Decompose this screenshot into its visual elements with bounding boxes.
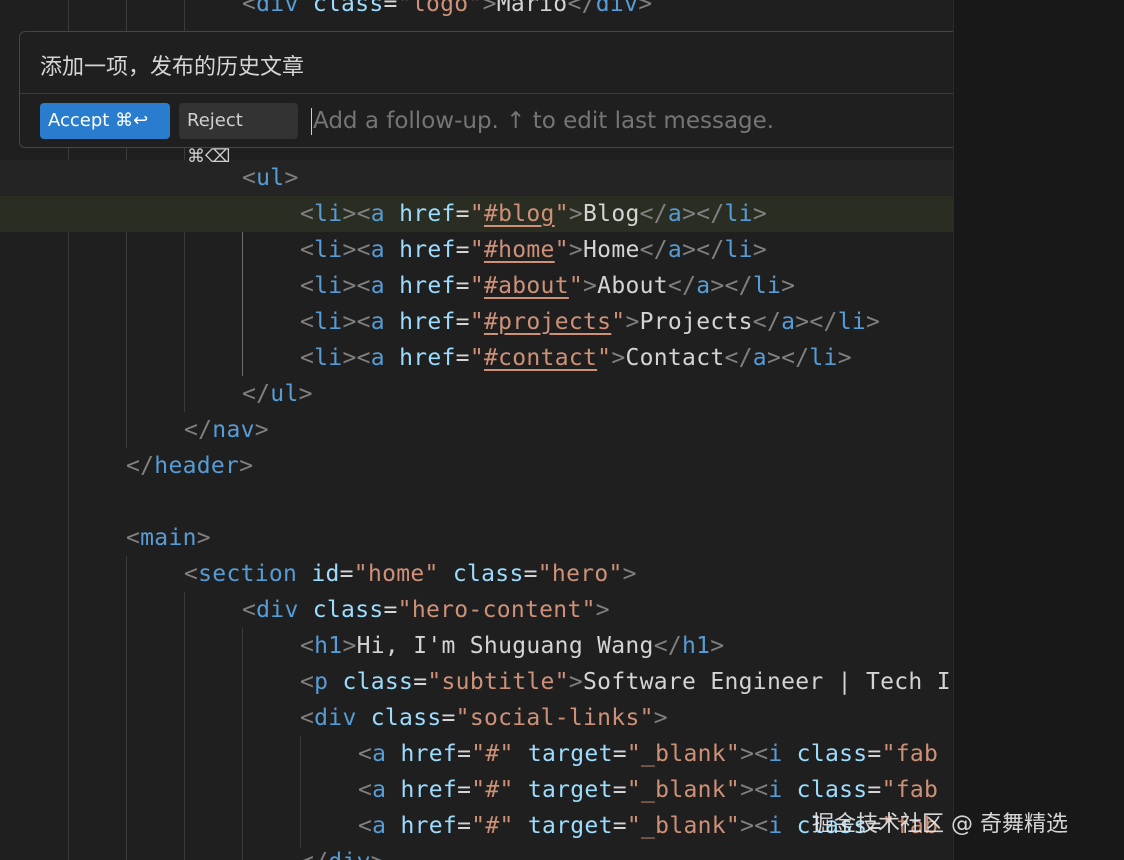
code-editor[interactable]: <div class="logo">Mario</div> <ul> <li><… [0, 0, 953, 860]
code-line-nav-item: <li><a href="#about">About</a></li> [300, 273, 796, 299]
code-line-nav-item: <li><a href="#blog">Blog</a></li> [0, 196, 953, 232]
code-line-social-link: <a href="#" target="_blank"><i class="fa… [358, 777, 939, 803]
right-side-panel [953, 0, 1124, 860]
nav-label: Projects [639, 309, 753, 335]
watermark: 掘金技术社区 @ 奇舞精选 [812, 812, 1068, 837]
section-id: home [367, 561, 425, 587]
nav-label: Contact [625, 345, 725, 371]
code-line-nav-item: <li><a href="#home">Home</a></li> [300, 237, 767, 263]
chat-prompt-text: 添加一项，发布的历史文章 [40, 55, 305, 80]
nav-href[interactable]: #contact [484, 345, 597, 371]
h1-text: Hi, I'm Shuguang Wang [356, 633, 654, 659]
code-line-nav-item: <li><a href="#projects">Projects</a></li… [300, 309, 881, 335]
code-line-h1: <h1>Hi, I'm Shuguang Wang</h1> [300, 633, 725, 659]
nav-href[interactable]: #blog [484, 201, 555, 227]
code-line-subtitle: <p class="subtitle">Software Engineer | … [300, 669, 951, 695]
section-class: hero [551, 561, 609, 587]
nav-label: About [597, 273, 668, 299]
text-cursor [311, 108, 312, 135]
nav-href[interactable]: #about [484, 273, 569, 299]
code-line-section: <section id="home" class="hero"> [184, 561, 637, 587]
logo-text: Mario [496, 0, 568, 17]
code-line-social-link: <a href="#" target="_blank"><i class="fa… [358, 813, 939, 839]
fab-class: fab [895, 777, 939, 803]
code-line-social: <div class="social-links"> [300, 705, 668, 731]
social-class: social-links [469, 705, 640, 731]
accept-button[interactable]: Accept ⌘↩ [40, 103, 170, 139]
nav-href[interactable]: #home [484, 237, 555, 263]
nav-label: Blog [583, 201, 640, 227]
code-line-ul-open: <ul> [0, 160, 953, 196]
chat-divider [20, 93, 953, 94]
followup-input[interactable] [309, 103, 949, 139]
code-line-nav-item: <li><a href="#contact">Contact</a></li> [300, 345, 852, 371]
fab-class: fab [895, 741, 939, 767]
code-line-ul-close: </ul> [242, 381, 313, 407]
nav-href[interactable]: #projects [484, 309, 611, 335]
code-line-logo: <div class="logo">Mario</div> [0, 0, 953, 22]
inline-chat-widget: 添加一项，发布的历史文章 Accept ⌘↩ Reject ⌘⌫ [19, 31, 953, 167]
code-line-social-link: <a href="#" target="_blank"><i class="fa… [358, 741, 939, 767]
subtitle-class: subtitle [441, 669, 555, 695]
code-line-main-open: <main> [126, 525, 211, 551]
code-line-hero-content: <div class="hero-content"> [242, 597, 610, 623]
code-line-nav-close: </nav> [184, 417, 269, 443]
reject-button[interactable]: Reject ⌘⌫ [179, 103, 298, 167]
nav-label: Home [583, 237, 640, 263]
subtitle-text: Software Engineer | Tech I [583, 669, 951, 695]
hero-content-class: hero-content [411, 597, 582, 623]
code-line-social-close: </div> [0, 844, 953, 860]
code-line-header-close: </header> [126, 453, 254, 479]
